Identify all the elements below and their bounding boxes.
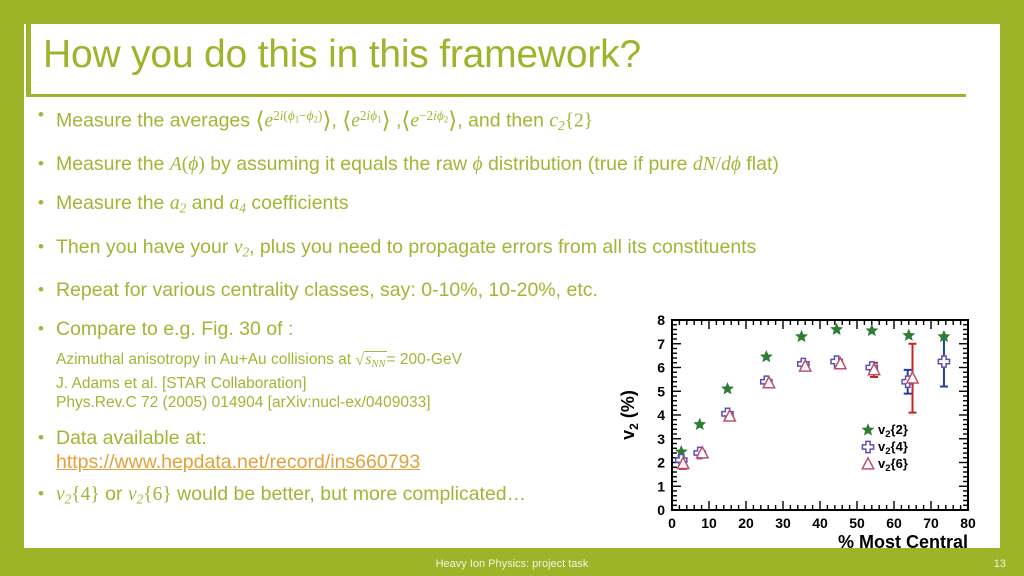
citation-line1-pre: Azimuthal anisotropy in Au+Au collisions… <box>56 351 356 369</box>
comma-1: , <box>331 109 343 132</box>
x-tick-label: 30 <box>775 515 791 531</box>
math-e-1: e <box>264 110 274 132</box>
bullet-propagate-errors: Then you have your v2, plus you need to … <box>34 235 914 264</box>
y-tick-label: 1 <box>657 478 665 494</box>
math-A-phi: A <box>169 154 182 176</box>
bullet-measure-acceptance: Measure the A(ϕ) by assuming it equals t… <box>34 152 914 176</box>
y-tick-label: 5 <box>657 383 665 399</box>
sqrt-sign-icon: √ <box>355 352 365 370</box>
v2-centrality-chart: 0 10 20 30 40 50 60 70 80 0 1 2 3 4 5 6 7 8% Most Central… <box>616 304 984 552</box>
math-v2-4: v <box>56 483 65 505</box>
y-tick-label: 2 <box>657 455 665 471</box>
bullet-2-d: flat) <box>740 153 779 176</box>
bullet-2-c: distribution (true if pure <box>482 153 693 176</box>
math-e-3: e <box>410 110 420 132</box>
y-tick-label: 7 <box>657 336 665 352</box>
x-tick-label: 40 <box>812 515 828 531</box>
slide: How you do this in this framework? Measu… <box>0 0 1024 576</box>
math-a2: a <box>169 193 180 215</box>
angle-open-2: ⟨ <box>342 106 352 133</box>
x-tick-label: 80 <box>960 515 976 531</box>
x-tick-label: 70 <box>923 515 939 531</box>
chart-canvas: 0 10 20 30 40 50 60 70 80012345678% Most Central… <box>618 312 976 552</box>
angle-close-2: ⟩ <box>381 106 391 133</box>
bullet-4-a: Then you have your <box>56 235 234 258</box>
x-tick-label: 20 <box>738 515 754 531</box>
angle-close-3: ⟩ <box>448 106 458 133</box>
comma-2: , <box>390 109 402 132</box>
title-block: How you do this in this framework? <box>26 22 966 97</box>
bullet-3-c: coefficients <box>245 192 349 215</box>
math-a4: a <box>229 193 240 215</box>
math-v2-6: v <box>127 483 137 505</box>
math-exp-3: −2iϕ2 <box>419 108 449 125</box>
bullet-8-b: would be better, but more complicated… <box>171 482 527 505</box>
x-tick-label: 60 <box>886 515 902 531</box>
bullet-1-suffix: , and then <box>457 109 550 132</box>
footer-title: Heavy Ion Physics: project task <box>435 558 589 570</box>
bullet-2-b: by assuming it equals the raw <box>204 153 473 176</box>
bullet-3-b: and <box>186 192 230 215</box>
math-dNdphi: dN <box>692 154 716 176</box>
x-tick-label: 50 <box>849 515 865 531</box>
title-accent-bar <box>26 22 31 96</box>
math-e-2: e <box>351 110 360 132</box>
math-c2: c <box>549 110 559 132</box>
sqrt-snn: √ sNN <box>355 350 387 373</box>
math-a4-sub: 4 <box>239 200 246 216</box>
bullet-3-a: Measure the <box>56 192 170 215</box>
bullet-8-a: or <box>99 482 128 505</box>
x-tick-label: 0 <box>668 515 676 531</box>
y-tick-label: 0 <box>657 502 665 518</box>
bullet-measure-averages: Measure the averages ⟨e2i(ϕ1−ϕ2)⟩, ⟨e2iϕ… <box>34 103 914 137</box>
y-tick-label: 4 <box>657 407 665 423</box>
title-underline-rule <box>26 94 966 97</box>
bullet-1-prefix: Measure the averages <box>56 109 256 132</box>
y-axis-title: v2 (%) <box>618 390 641 440</box>
math-phi-2: ϕ <box>472 154 483 176</box>
math-exp-1: 2i(ϕ1−ϕ2) <box>273 108 323 125</box>
bullet-measure-coefficients: Measure the a2 and a4 coefficients <box>34 191 914 220</box>
y-tick-label: 3 <box>657 431 665 447</box>
x-tick-label: 10 <box>701 515 717 531</box>
math-exp-2: 2iϕ1 <box>359 108 382 125</box>
y-tick-label: 6 <box>657 360 665 376</box>
bullet-2-a: Measure the <box>56 153 170 176</box>
footer-page-number: 13 <box>993 558 1006 570</box>
math-v2-4-braces: {4} <box>71 483 100 505</box>
y-tick-label: 8 <box>657 312 665 328</box>
hepdata-link[interactable]: https://www.hepdata.net/record/ins660793 <box>56 450 420 474</box>
math-dphi: dϕ <box>721 154 741 176</box>
math-v2-6-braces: {6} <box>143 483 172 505</box>
plot-frame <box>671 319 969 511</box>
svg-text:v2 (%): v2 (%) <box>618 390 641 440</box>
bullet-4-b: , plus you need to propagate errors from… <box>249 235 757 258</box>
math-phi-1: ϕ <box>188 154 199 176</box>
bullet-7-label: Data available at: <box>56 426 207 449</box>
citation-line1-post: = 200-GeV <box>386 351 462 369</box>
page-title: How you do this in this framework? <box>43 33 641 76</box>
math-c2-braces: {2} <box>564 110 594 132</box>
bullet-centrality-classes: Repeat for various centrality classes, s… <box>34 278 914 302</box>
math-c2-sub: 2 <box>558 118 565 134</box>
